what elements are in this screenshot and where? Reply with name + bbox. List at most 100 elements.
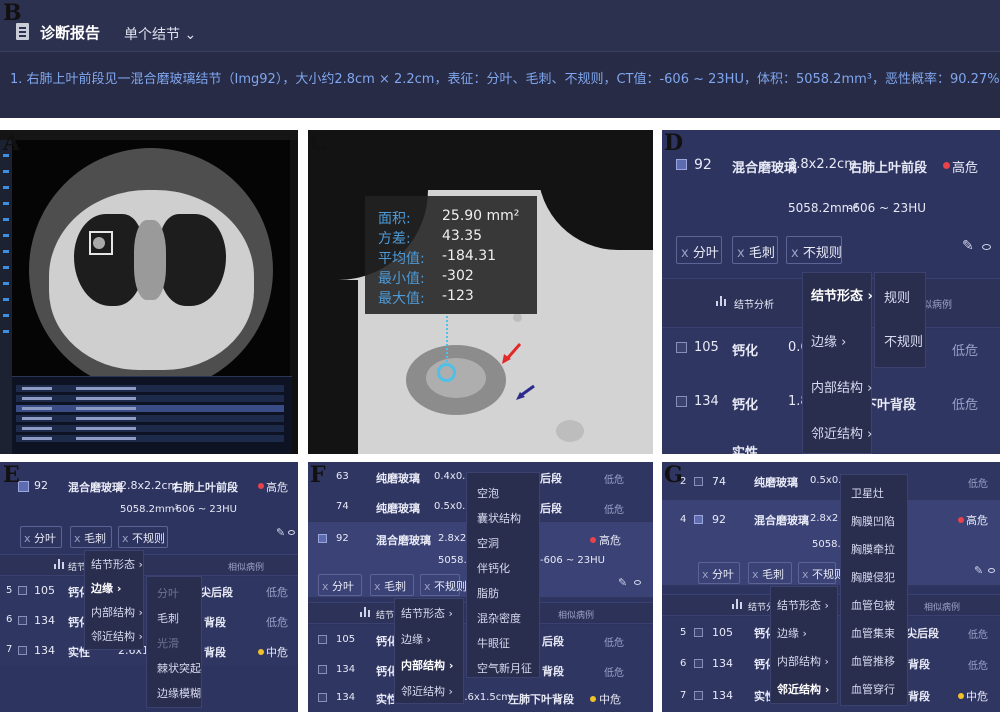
nodule-type[interactable]: 混合磨玻璃 [68, 479, 123, 495]
row-checkbox[interactable] [18, 646, 27, 655]
edit-pencil-icon[interactable]: ✎ [962, 238, 974, 254]
nodule-checkbox[interactable] [318, 534, 327, 543]
measure-value: -123 [442, 288, 474, 304]
option-pleural-indentation[interactable]: 胸膜凹陷 [851, 513, 895, 529]
feature-category-menu: 结节形态 › 边缘 › 内部结构 › 邻近结构 › [770, 586, 838, 704]
row-checkbox[interactable] [694, 477, 703, 486]
nodule-location[interactable]: 右肺上叶前段 [849, 157, 927, 176]
row-checkbox[interactable] [18, 616, 27, 625]
nodule-list-thumbnail[interactable] [12, 376, 292, 454]
tag-lobulation[interactable]: x 分叶 [676, 236, 722, 264]
eye-icon[interactable] [634, 580, 641, 585]
option-vessel-penetrating[interactable]: 血管穿行 [851, 681, 895, 697]
menu-item-adjacent[interactable]: 邻近结构 › [91, 628, 143, 644]
viewer-tool-sidebar[interactable] [0, 140, 12, 454]
tag-spiculation[interactable]: x 毛刺 [732, 236, 778, 264]
eye-icon[interactable] [288, 530, 295, 535]
nodule-id: 92 [712, 513, 726, 526]
menu-item-margin[interactable]: 边缘 › [811, 331, 846, 350]
option-vessel-convergence[interactable]: 血管集束 [851, 625, 895, 641]
viewer-toolbar [0, 130, 298, 140]
option-spiculation[interactable]: 毛刺 [157, 610, 179, 626]
row-checkbox[interactable] [676, 396, 687, 407]
option-vessel-displaced[interactable]: 血管推移 [851, 653, 895, 669]
menu-item-margin[interactable]: 边缘 › [401, 631, 431, 647]
menu-item-shape[interactable]: 结节形态 › [811, 285, 873, 304]
row-checkbox[interactable] [318, 665, 327, 674]
tag-spiculation[interactable]: x 毛刺 [70, 526, 112, 548]
edit-pencil-icon[interactable]: ✎ [276, 526, 285, 539]
option-cavity[interactable]: 空洞 [477, 535, 499, 551]
option-blurred[interactable]: 边缘模糊 [157, 685, 201, 701]
option-regular[interactable]: 规则 [884, 287, 910, 306]
measure-value: 43.35 [442, 228, 483, 244]
option-mixed-density[interactable]: 混杂密度 [477, 610, 521, 626]
option-spinous[interactable]: 棘状突起 [157, 660, 201, 676]
eye-icon[interactable] [988, 568, 995, 573]
option-cystic[interactable]: 囊状结构 [477, 510, 521, 526]
menu-item-adjacent[interactable]: 邻近结构 › [401, 683, 453, 699]
eye-icon[interactable] [982, 244, 991, 250]
tag-irregular[interactable]: x 不规则 [798, 562, 845, 584]
nodule-checkbox[interactable] [676, 159, 687, 170]
option-vessel-encased[interactable]: 血管包被 [851, 597, 895, 613]
risk-level[interactable]: 高危 [966, 512, 988, 528]
nodule-location: 后段 [540, 472, 562, 485]
option-air-crescent[interactable]: 空气新月征 [477, 660, 532, 676]
row-checkbox[interactable] [18, 586, 27, 595]
menu-item-shape[interactable]: 结节形态 › [401, 605, 453, 621]
tag-lobulation[interactable]: x 分叶 [20, 526, 62, 548]
tag-irregular[interactable]: x 不规则 [420, 574, 467, 596]
row-checkbox[interactable] [676, 342, 687, 353]
tag-irregular[interactable]: x 不规则 [118, 526, 168, 548]
row-checkbox[interactable] [318, 635, 327, 644]
tag-spiculation[interactable]: x 毛刺 [748, 562, 792, 584]
tab-similar-cases[interactable]: 相似病例 [228, 560, 264, 573]
nodule-bounding-box[interactable] [89, 231, 113, 255]
row-checkbox[interactable] [694, 659, 703, 668]
menu-item-internal[interactable]: 内部结构 › [401, 657, 453, 673]
risk-level[interactable]: 高危 [599, 532, 621, 548]
menu-item-internal[interactable]: 内部结构 › [811, 377, 872, 396]
row-checkbox[interactable] [694, 628, 703, 637]
option-irregular[interactable]: 不规则 [884, 331, 923, 350]
risk-level[interactable]: 高危 [266, 479, 288, 495]
menu-item-adjacent[interactable]: 邻近结构 › [777, 681, 829, 697]
risk-level[interactable]: 高危 [952, 157, 978, 176]
tag-irregular[interactable]: x 不规则 [786, 236, 842, 264]
option-calcification[interactable]: 伴钙化 [477, 560, 510, 576]
roi-circle[interactable] [437, 363, 456, 382]
row-checkbox[interactable] [694, 691, 703, 700]
option-fat[interactable]: 脂肪 [477, 585, 499, 601]
tab-similar-cases[interactable]: 相似病例 [558, 608, 594, 621]
nodule-scope-dropdown[interactable]: 单个结节 ⌄ [124, 24, 196, 44]
edit-pencil-icon[interactable]: ✎ [974, 564, 983, 577]
option-vacuole[interactable]: 空泡 [477, 485, 499, 501]
tag-spiculation[interactable]: x 毛刺 [370, 574, 414, 596]
menu-item-internal[interactable]: 内部结构 › [91, 604, 143, 620]
tab-similar-cases[interactable]: 相似病例 [924, 600, 960, 613]
panel-label-e: E [3, 462, 20, 488]
nodule-type[interactable]: 混合磨玻璃 [376, 532, 431, 548]
tag-lobulation[interactable]: x 分叶 [698, 562, 740, 584]
tab-nodule-analysis[interactable]: 结节分析 [734, 296, 774, 311]
nodule-type[interactable]: 混合磨玻璃 [754, 512, 809, 528]
option-pleural-invasion[interactable]: 胸膜侵犯 [851, 569, 895, 585]
ct-value-range: -606 ~ 23HU [172, 504, 237, 515]
bar-chart-icon [360, 607, 370, 617]
nodule-location[interactable]: 右肺上叶前段 [172, 479, 238, 495]
row-checkbox[interactable] [318, 693, 327, 702]
option-pleural-traction[interactable]: 胸膜牵拉 [851, 541, 895, 557]
high-risk-dot-icon [958, 517, 964, 523]
nodule-checkbox[interactable] [694, 515, 703, 524]
menu-item-shape[interactable]: 结节形态 › [91, 556, 143, 572]
tag-lobulation[interactable]: x 分叶 [318, 574, 362, 596]
menu-item-margin[interactable]: 边缘 › [91, 580, 121, 596]
edit-pencil-icon[interactable]: ✎ [618, 576, 627, 589]
option-bullseye[interactable]: 牛眼征 [477, 635, 510, 651]
menu-item-shape[interactable]: 结节形态 › [777, 597, 829, 613]
option-satellite[interactable]: 卫星灶 [851, 485, 884, 501]
menu-item-adjacent[interactable]: 邻近结构 › [811, 423, 872, 442]
menu-item-internal[interactable]: 内部结构 › [777, 653, 829, 669]
menu-item-margin[interactable]: 边缘 › [777, 625, 807, 641]
